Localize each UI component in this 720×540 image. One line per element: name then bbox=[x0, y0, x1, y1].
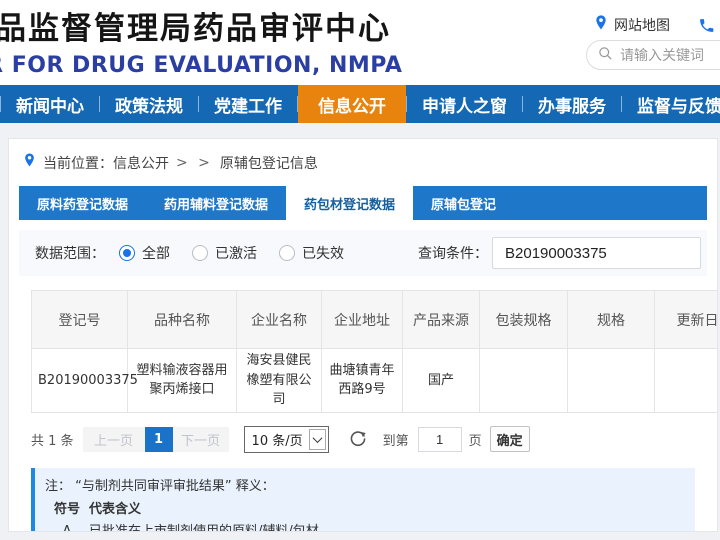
note-column-headers: 符号 代表含义 bbox=[45, 500, 681, 520]
radio-circle-checked-icon bbox=[119, 245, 135, 261]
radio-circle-icon bbox=[279, 245, 295, 261]
nav-item-info-disclosure[interactable]: 信息公开 bbox=[298, 85, 406, 123]
site-title-en: CENTER FOR DRUG EVALUATION, NMPA bbox=[0, 53, 402, 78]
main-nav: 新闻中心 政策法规 党建工作 信息公开 申请人之窗 办事服务 监督与反馈 bbox=[0, 85, 720, 123]
table-header-row: 登记号 品种名称 企业名称 企业地址 产品来源 包装规格 规格 更新日期 bbox=[32, 291, 719, 349]
nav-item-party-building[interactable]: 党建工作 bbox=[199, 85, 297, 123]
breadcrumb-separator: > > bbox=[176, 155, 213, 171]
prev-page-button[interactable]: 上一页 bbox=[83, 427, 145, 452]
table-header-cell: 包装规格 bbox=[480, 291, 568, 349]
radio-all-label: 全部 bbox=[142, 243, 170, 263]
radio-all[interactable]: 全部 bbox=[119, 243, 170, 263]
content-panel: 当前位置： 信息公开 > > 原辅包登记信息 原料药登记数据 药用辅料登记数据 … bbox=[8, 138, 718, 532]
cell-product-source: 国产 bbox=[403, 349, 480, 413]
radio-expired-label: 已失效 bbox=[302, 243, 344, 263]
site-header: 国家药品监督管理局药品审评中心 CENTER FOR DRUG EVALUATI… bbox=[0, 0, 720, 85]
nav-item-supervision-feedback[interactable]: 监督与反馈 bbox=[622, 85, 720, 123]
location-pin-icon bbox=[594, 14, 608, 36]
cell-company-address: 曲塘镇青年西路9号 bbox=[322, 349, 403, 413]
cell-packaging-spec bbox=[480, 349, 568, 413]
total-count: 共 1 条 bbox=[31, 430, 74, 449]
sitemap-link[interactable]: 网站地图 bbox=[614, 15, 670, 35]
nav-item-news[interactable]: 新闻中心 bbox=[1, 85, 99, 123]
nav-item-services[interactable]: 办事服务 bbox=[523, 85, 621, 123]
radio-expired[interactable]: 已失效 bbox=[279, 243, 344, 263]
query-input[interactable] bbox=[492, 237, 701, 269]
scope-label: 数据范围： bbox=[35, 243, 105, 263]
table-row: B20190003375 塑料输液容器用聚丙烯接口 海安县健民橡塑有限公司 曲塘… bbox=[32, 349, 719, 413]
location-pin-icon bbox=[23, 152, 36, 173]
filter-bar: 数据范围： 全部 已激活 已失效 查询条件： bbox=[19, 230, 707, 276]
breadcrumb: 当前位置： 信息公开 > > 原辅包登记信息 bbox=[9, 139, 717, 182]
refresh-button[interactable] bbox=[349, 430, 367, 448]
tab-packaging-registration-data[interactable]: 药包材登记数据 bbox=[286, 186, 413, 220]
note-meaning: 已批准在上市制剂使用的原料/辅料/包材。 bbox=[89, 522, 332, 533]
note-title: 注： “与制剂共同审评审批结果” 释义： bbox=[45, 477, 681, 497]
note-box: 注： “与制剂共同审评审批结果” 释义： 符号 代表含义 A 已批准在上市制剂使… bbox=[31, 468, 695, 533]
nav-item-policy[interactable]: 政策法规 bbox=[100, 85, 198, 123]
query-label: 查询条件： bbox=[418, 243, 488, 263]
breadcrumb-link-info-disclosure[interactable]: 信息公开 bbox=[113, 153, 169, 173]
pagination: 共 1 条 上一页 1 下一页 10 条/页 到第 页 确定 bbox=[31, 426, 717, 453]
tab-raw-aux-pack-registration[interactable]: 原辅包登记 bbox=[413, 186, 514, 220]
page-size-value: 10 条/页 bbox=[252, 430, 303, 449]
note-meaning-header: 代表含义 bbox=[89, 500, 141, 520]
radio-circle-icon bbox=[192, 245, 208, 261]
header-topbar: 网站地图 bbox=[594, 14, 715, 36]
site-titles: 国家药品监督管理局药品审评中心 CENTER FOR DRUG EVALUATI… bbox=[0, 3, 402, 78]
table-header-cell: 品种名称 bbox=[128, 291, 237, 349]
page-unit-label: 页 bbox=[469, 430, 482, 449]
nav-item-applicant-window[interactable]: 申请人之窗 bbox=[407, 85, 522, 123]
breadcrumb-prefix: 当前位置： bbox=[43, 153, 113, 173]
cell-update-date bbox=[655, 349, 719, 413]
page-button-1[interactable]: 1 bbox=[145, 427, 173, 452]
radio-activated[interactable]: 已激活 bbox=[192, 243, 257, 263]
table-header-cell: 规格 bbox=[568, 291, 655, 349]
page-size-select[interactable]: 10 条/页 bbox=[244, 426, 329, 453]
note-row: A 已批准在上市制剂使用的原料/辅料/包材。 bbox=[45, 522, 681, 533]
chevron-down-icon bbox=[309, 429, 326, 450]
cell-spec bbox=[568, 349, 655, 413]
search-icon bbox=[598, 46, 613, 65]
goto-page-label: 到第 bbox=[383, 430, 409, 449]
goto-page-input[interactable] bbox=[418, 427, 462, 452]
table-header-cell: 企业名称 bbox=[237, 291, 322, 349]
phone-icon bbox=[698, 17, 715, 34]
radio-activated-label: 已激活 bbox=[215, 243, 257, 263]
cell-product-name: 塑料输液容器用聚丙烯接口 bbox=[128, 349, 237, 413]
tab-excipient-registration-data[interactable]: 药用辅料登记数据 bbox=[146, 186, 286, 220]
search-input[interactable] bbox=[620, 47, 720, 63]
data-table: 登记号 品种名称 企业名称 企业地址 产品来源 包装规格 规格 更新日期 B20… bbox=[31, 290, 718, 413]
table-header-cell: 产品来源 bbox=[403, 291, 480, 349]
tab-bar: 原料药登记数据 药用辅料登记数据 药包材登记数据 原辅包登记 bbox=[19, 186, 707, 220]
note-symbol-header: 符号 bbox=[45, 500, 89, 520]
table-header-cell: 登记号 bbox=[32, 291, 128, 349]
search-box[interactable] bbox=[586, 40, 720, 70]
tab-api-registration-data[interactable]: 原料药登记数据 bbox=[19, 186, 146, 220]
confirm-button[interactable]: 确定 bbox=[490, 426, 530, 452]
cell-company-name: 海安县健民橡塑有限公司 bbox=[237, 349, 322, 413]
next-page-button[interactable]: 下一页 bbox=[173, 427, 229, 452]
page-background: 当前位置： 信息公开 > > 原辅包登记信息 原料药登记数据 药用辅料登记数据 … bbox=[0, 123, 720, 540]
table-header-cell: 更新日期 bbox=[655, 291, 719, 349]
site-title-cn: 国家药品监督管理局药品审评中心 bbox=[0, 3, 402, 48]
table-header-cell: 企业地址 bbox=[322, 291, 403, 349]
breadcrumb-current: 原辅包登记信息 bbox=[220, 153, 318, 173]
cell-registration-no: B20190003375 bbox=[32, 349, 128, 413]
note-symbol: A bbox=[45, 522, 89, 533]
refresh-icon bbox=[349, 430, 367, 448]
